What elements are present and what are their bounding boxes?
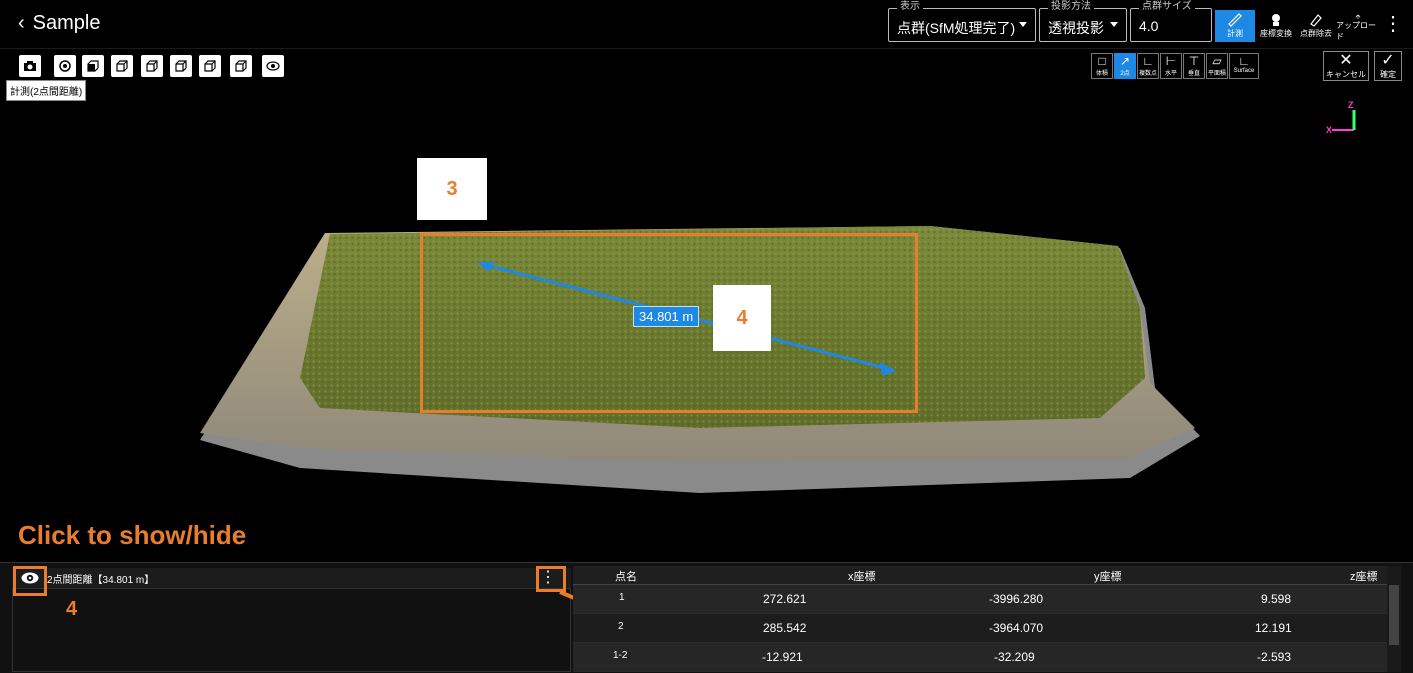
- measure-tool-button[interactable]: 計測: [1215, 10, 1255, 42]
- pointsize-field[interactable]: 点群サイズ 4.0: [1130, 1, 1212, 42]
- header-z: z座標: [1350, 571, 1378, 583]
- annotation-number-3: 3: [417, 158, 487, 220]
- coordinate-icon: [1272, 14, 1280, 26]
- annotation-hint: Click to show/hide: [18, 520, 247, 550]
- projection-value: 透視投影: [1048, 20, 1104, 36]
- scrollbar-thumb[interactable]: [1389, 585, 1399, 645]
- more-menu-icon[interactable]: ⋮: [1383, 14, 1403, 34]
- back-button[interactable]: ‹ Sample: [18, 12, 100, 35]
- header-point-name: 点名: [615, 571, 637, 583]
- chevron-left-icon: ‹: [18, 12, 25, 34]
- cell-y: -32.209: [994, 650, 1035, 664]
- upload-icon: [1355, 14, 1361, 19]
- pointsize-value: 4.0: [1139, 18, 1159, 34]
- upload-tool-button[interactable]: アップロード: [1336, 10, 1380, 42]
- table-row[interactable]: 1 272.621 -3996.280 9.598: [573, 585, 1387, 614]
- annotation-number-4: 4: [713, 285, 771, 351]
- table-row[interactable]: 2 285.542 -3964.070 12.191: [573, 614, 1387, 643]
- project-title: Sample: [32, 12, 101, 34]
- projection-select[interactable]: 投影方法 透視投影: [1039, 1, 1127, 42]
- table-row[interactable]: 1-2 -12.921 -32.209 -2.593: [573, 643, 1387, 672]
- projection-legend: 投影方法: [1048, 1, 1094, 13]
- cell-y: -3996.280: [989, 592, 1044, 606]
- cell-point: 2: [618, 621, 624, 632]
- cell-z: 9.598: [1261, 592, 1292, 606]
- header-y: y座標: [1094, 571, 1122, 583]
- cell-point: 1-2: [613, 650, 628, 661]
- chevron-down-icon: [1110, 22, 1118, 27]
- header-x: x座標: [848, 571, 876, 583]
- display-legend: 表示: [897, 1, 923, 13]
- annotation-box-eye: [13, 566, 47, 596]
- cell-z: 12.191: [1255, 621, 1292, 635]
- cell-x: 272.621: [763, 592, 807, 606]
- cell-y: -3964.070: [989, 621, 1044, 635]
- annotation-box-viewer: [420, 233, 918, 413]
- ruler-icon: [1228, 13, 1242, 27]
- cell-z: -2.593: [1257, 650, 1292, 664]
- upload-tool-label: アップロード: [1336, 21, 1376, 41]
- measure-tool-label: 計測: [1227, 29, 1243, 38]
- eraser-icon: [1310, 14, 1322, 27]
- annotation-number-4-bottom: 4: [66, 598, 78, 620]
- cell-x: 285.542: [763, 621, 807, 635]
- measurement-item-label: 2点間距離【34.801 m】: [47, 575, 155, 586]
- cell-point: 1: [619, 592, 625, 603]
- pointsize-legend: 点群サイズ: [1139, 1, 1195, 13]
- eraser-tool-label: 点群除去: [1300, 29, 1332, 38]
- display-select[interactable]: 表示 点群(SfM処理完了): [888, 1, 1036, 42]
- table-header: 点名 x座標 y座標 z座標: [573, 566, 1387, 585]
- chevron-down-icon: [1019, 22, 1027, 27]
- eraser-tool-button[interactable]: 点群除去: [1296, 10, 1336, 42]
- coordinate-tool-button[interactable]: 座標変換: [1256, 10, 1296, 42]
- cell-x: -12.921: [762, 650, 803, 664]
- display-value: 点群(SfM処理完了): [897, 20, 1016, 36]
- coordinate-table: 点名 x座標 y座標 z座標 1 272.621 -3996.280 9.598…: [573, 566, 1387, 672]
- coordinate-tool-label: 座標変換: [1260, 29, 1292, 38]
